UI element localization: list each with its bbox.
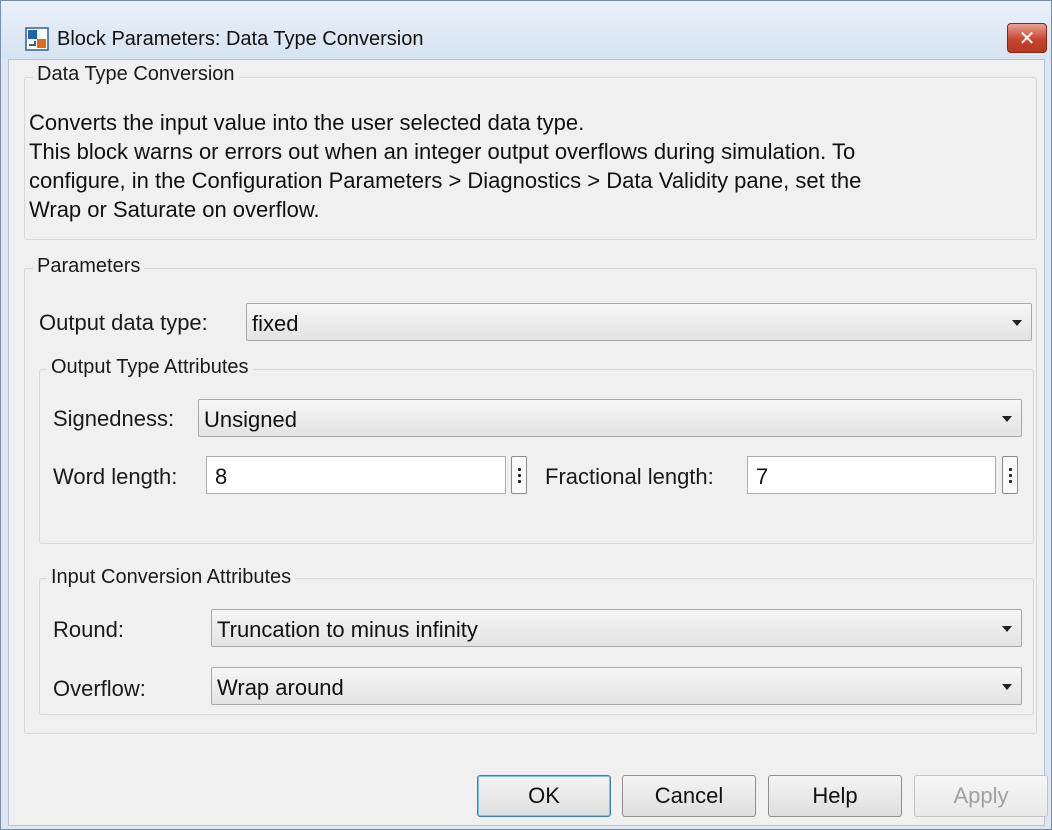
chevron-down-icon [1002,626,1012,632]
word-length-input[interactable]: 8 [206,456,506,494]
ok-button[interactable]: OK [477,775,611,817]
word-length-stepper[interactable] [511,456,527,494]
overflow-value: Wrap around [217,675,344,700]
block-parameters-dialog: Block Parameters: Data Type Conversion ✕… [0,0,1052,830]
description-line: configure, in the Configuration Paramete… [29,168,862,193]
output-data-type-value: fixed [252,311,299,336]
round-select[interactable]: Truncation to minus infinity [211,609,1022,647]
word-length-value: 8 [215,464,228,489]
round-value: Truncation to minus infinity [217,617,478,642]
fractional-length-label: Fractional length: [545,464,714,489]
close-button-glyph: ✕ [1018,26,1036,50]
overflow-select[interactable]: Wrap around [211,667,1022,705]
fractional-length-value: 7 [756,464,769,489]
simulink-block-icon [25,27,49,51]
help-button[interactable]: Help [768,775,902,817]
word-length-label: Word length: [53,464,178,489]
fractional-length-input[interactable]: 7 [747,456,996,494]
input-conversion-attributes-title: Input Conversion Attributes [47,566,296,589]
chevron-down-icon [1002,684,1012,690]
cancel-button[interactable]: Cancel [622,775,756,817]
description-line: This block warns or errors out when an i… [29,139,856,164]
overflow-label: Overflow: [53,676,146,701]
signedness-value: Unsigned [204,407,297,432]
signedness-select[interactable]: Unsigned [198,399,1022,437]
signedness-label: Signedness: [53,406,175,431]
chevron-down-icon [1012,320,1022,326]
round-label: Round: [53,617,124,642]
close-icon[interactable]: ✕ [1007,23,1047,53]
title-bar[interactable]: Block Parameters: Data Type Conversion ✕ [1,1,1051,59]
apply-button[interactable]: Apply [914,775,1048,817]
description-line: Converts the input value into the user s… [29,110,585,135]
window-title: Block Parameters: Data Type Conversion [57,28,424,50]
fractional-length-stepper[interactable] [1002,456,1018,494]
description-line: Wrap or Saturate on overflow. [29,197,320,222]
output-type-attributes-title: Output Type Attributes [47,356,253,379]
output-data-type-select[interactable]: fixed [246,303,1032,341]
block-description-title: Data Type Conversion [33,63,239,86]
block-description: Converts the input value into the user s… [29,108,1019,224]
chevron-down-icon [1002,416,1012,422]
parameters-title: Parameters [33,255,145,278]
output-data-type-label: Output data type: [39,310,208,335]
